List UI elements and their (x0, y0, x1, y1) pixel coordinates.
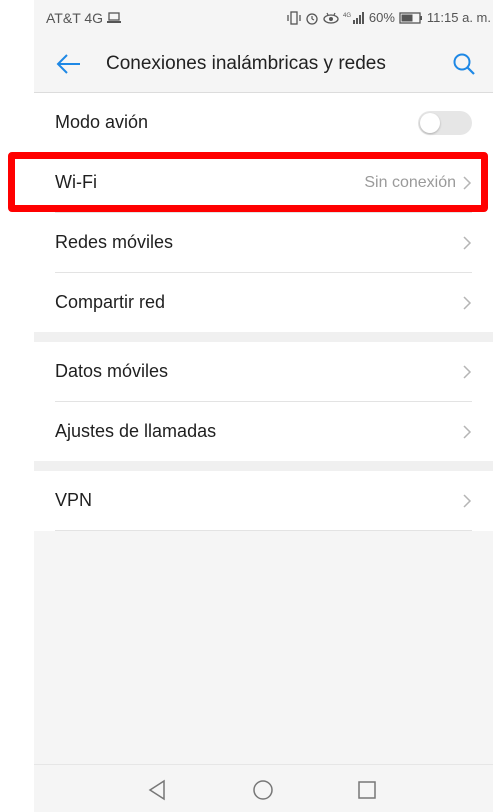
back-button[interactable] (54, 50, 84, 78)
settings-group-data: Datos móviles Ajustes de llamadas (34, 342, 493, 461)
airplane-mode-row[interactable]: Modo avión (55, 93, 472, 153)
nav-back-button[interactable] (144, 777, 170, 803)
back-triangle-icon (148, 779, 165, 801)
battery-icon (399, 11, 423, 24)
clock: 11:15 a. m. (426, 10, 491, 25)
chevron-right-icon (462, 295, 472, 311)
airplane-mode-toggle[interactable] (418, 110, 472, 135)
alarm-icon (305, 11, 319, 25)
phone-screen: AT&T 4G 4G 60% 11:15 a. m. Conexiones in… (34, 0, 493, 812)
status-right: 4G 60% 11:15 a. m. (287, 10, 491, 25)
mobile-data-row[interactable]: Datos móviles (55, 342, 472, 402)
chevron-right-icon (462, 175, 472, 191)
status-bar: AT&T 4G 4G 60% 11:15 a. m. (34, 0, 493, 36)
screen: AT&T 4G 4G 60% 11:15 a. m. Conexiones in… (0, 0, 493, 812)
tethering-control (462, 295, 472, 311)
eye-icon (323, 11, 339, 25)
airplane-mode-control (418, 110, 472, 135)
app-bar: Conexiones inalámbricas y redes (34, 36, 493, 92)
wifi-status-text: Sin conexión (364, 173, 456, 191)
nav-recents-button[interactable] (354, 777, 380, 803)
recents-square-icon (358, 781, 376, 799)
vpn-control (462, 493, 472, 509)
settings-group-vpn: VPN (34, 471, 493, 531)
nav-home-button[interactable] (250, 777, 276, 803)
laptop-icon (107, 12, 122, 24)
toggle-knob (420, 112, 440, 133)
search-button[interactable] (449, 50, 479, 78)
vibrate-icon (287, 10, 301, 25)
vpn-label: VPN (55, 490, 93, 510)
airplane-mode-label: Modo avión (55, 112, 149, 132)
carrier-label: AT&T 4G (46, 10, 104, 26)
mobile-data-control (462, 364, 472, 380)
tethering-label: Compartir red (55, 292, 166, 312)
mobile-networks-row[interactable]: Redes móviles (55, 213, 472, 273)
battery-percent: 60% (368, 10, 395, 25)
home-circle-icon (253, 780, 273, 800)
mobile-networks-label: Redes móviles (55, 232, 174, 252)
back-arrow-icon (56, 54, 80, 74)
svg-text:4G: 4G (343, 13, 351, 19)
chevron-right-icon (462, 364, 472, 380)
signal-4g-icon: 4G (343, 11, 365, 25)
search-icon (453, 53, 475, 75)
wifi-label: Wi-Fi (55, 172, 97, 192)
chevron-right-icon (462, 493, 472, 509)
call-settings-row[interactable]: Ajustes de llamadas (55, 402, 472, 461)
settings-group-connections: Modo avión Wi-Fi Sin conexión Redes móvi (34, 93, 493, 332)
chevron-right-icon (462, 424, 472, 440)
chevron-right-icon (462, 235, 472, 251)
mobile-data-label: Datos móviles (55, 361, 169, 381)
call-settings-label: Ajustes de llamadas (55, 421, 217, 441)
wifi-row[interactable]: Wi-Fi Sin conexión (55, 153, 472, 213)
vpn-row[interactable]: VPN (55, 471, 472, 531)
call-settings-control (462, 424, 472, 440)
system-nav-bar (34, 764, 493, 812)
group-separator (34, 461, 493, 471)
wifi-status: Sin conexión (364, 174, 472, 192)
status-left: AT&T 4G (46, 10, 122, 26)
tethering-row[interactable]: Compartir red (55, 273, 472, 332)
group-separator (34, 332, 493, 342)
mobile-networks-control (462, 235, 472, 251)
page-title: Conexiones inalámbricas y redes (106, 53, 386, 74)
